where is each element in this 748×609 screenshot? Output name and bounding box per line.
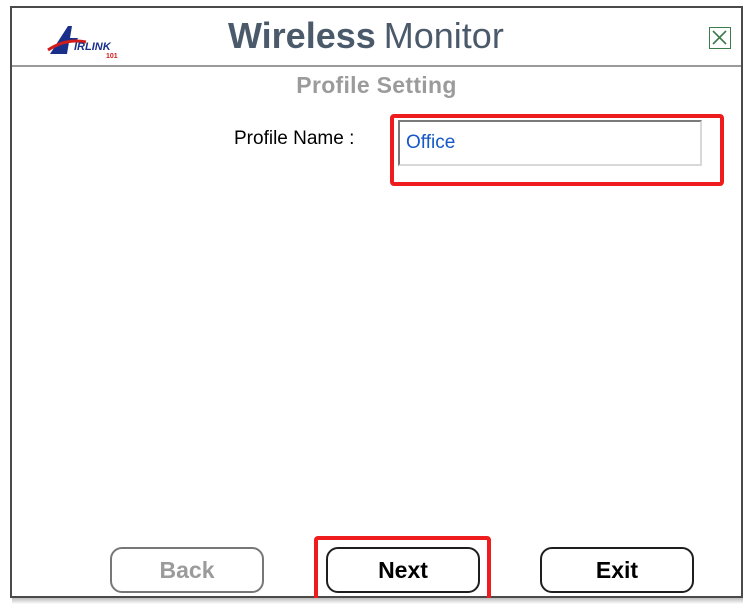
svg-text:IRLINK: IRLINK <box>74 41 112 53</box>
close-x-icon <box>712 30 727 45</box>
section-title: Profile Setting <box>296 72 457 98</box>
exit-button[interactable]: Exit <box>540 547 694 593</box>
close-button[interactable] <box>709 27 731 49</box>
svg-text:101: 101 <box>106 53 118 60</box>
title-bar: IRLINK 101 Wireless Monitor <box>12 8 741 67</box>
wireless-monitor-window: IRLINK 101 Wireless Monitor Profile Setti… <box>10 6 743 602</box>
next-button[interactable]: Next <box>326 547 480 593</box>
back-button[interactable]: Back <box>110 547 264 593</box>
airlink-logo: IRLINK 101 <box>47 26 118 60</box>
app-title-bold: Wireless <box>228 15 376 56</box>
window-shadow <box>12 598 743 604</box>
app-title: Wireless Monitor <box>228 14 504 58</box>
app-title-light: Monitor <box>383 15 504 56</box>
profile-name-input[interactable] <box>398 120 702 166</box>
profile-name-label: Profile Name : <box>234 128 355 149</box>
